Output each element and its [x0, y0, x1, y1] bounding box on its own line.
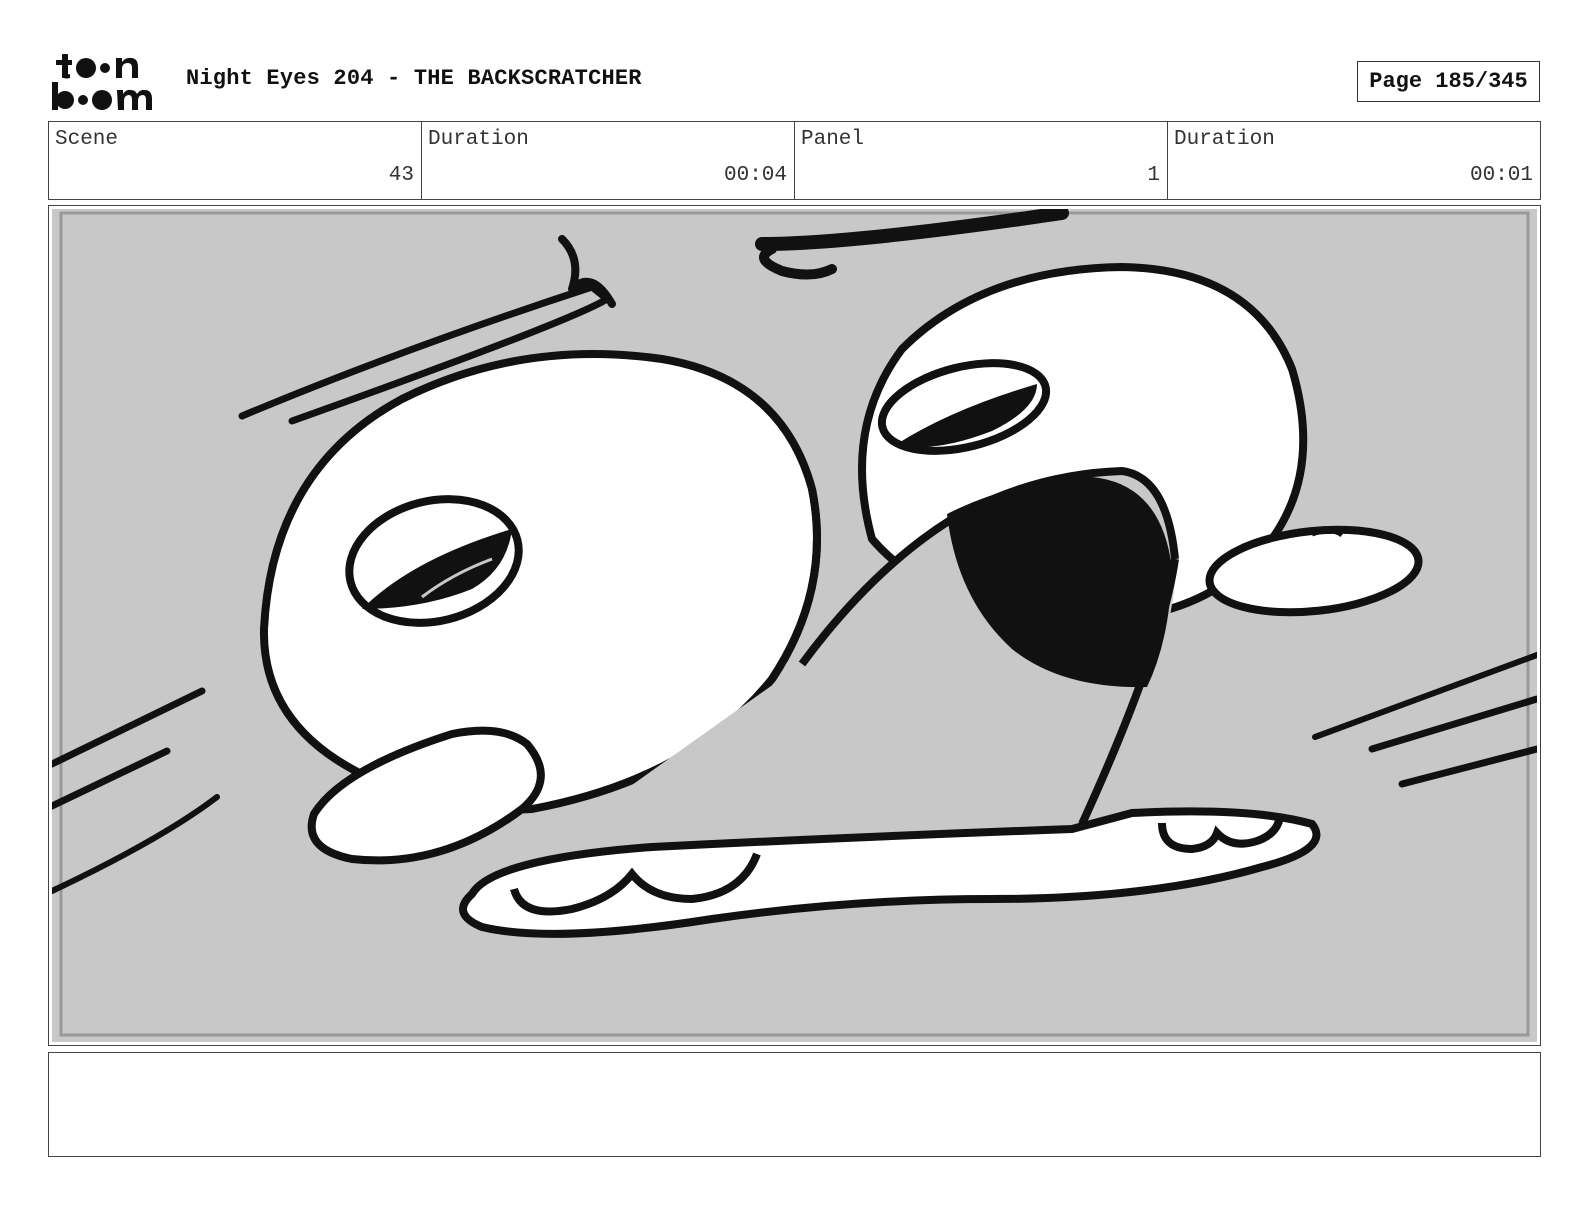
storyboard-panel-frame: [48, 205, 1541, 1046]
right-eyebrow-tip: [759, 244, 837, 280]
scene-value: 43: [388, 164, 414, 187]
document-title: Night Eyes 204 - THE BACKSCRATCHER: [186, 66, 642, 91]
scene-info-table: Scene 43 Duration 00:04 Panel 1 Duration…: [48, 121, 1541, 200]
panel-duration-value: 00:01: [1469, 164, 1533, 187]
speed-line: [52, 794, 220, 894]
speed-line: [52, 687, 206, 768]
right-eyebrow: [755, 209, 1069, 251]
page-indicator: Page 185/345: [1357, 61, 1540, 102]
scene-duration-value: 00:04: [723, 164, 787, 187]
speed-line: [1398, 745, 1537, 788]
panel-value: 1: [1147, 164, 1160, 187]
toon-boom-logo: [50, 50, 166, 112]
panel-notes-box: [48, 1052, 1541, 1157]
page-label: Page: [1369, 69, 1423, 94]
scene-duration-label: Duration: [428, 128, 529, 151]
scene-duration-cell: Duration 00:04: [422, 122, 795, 199]
panel-duration-label: Duration: [1174, 128, 1275, 151]
panel-label: Panel: [801, 128, 865, 151]
speed-line: [1312, 652, 1537, 740]
storyboard-panel-drawing: [52, 209, 1537, 1042]
page-number: 185/345: [1435, 69, 1528, 94]
panel-cell: Panel 1: [795, 122, 1168, 199]
scene-label: Scene: [55, 128, 119, 151]
panel-duration-cell: Duration 00:01: [1168, 122, 1540, 199]
scene-cell: Scene 43: [49, 122, 422, 199]
